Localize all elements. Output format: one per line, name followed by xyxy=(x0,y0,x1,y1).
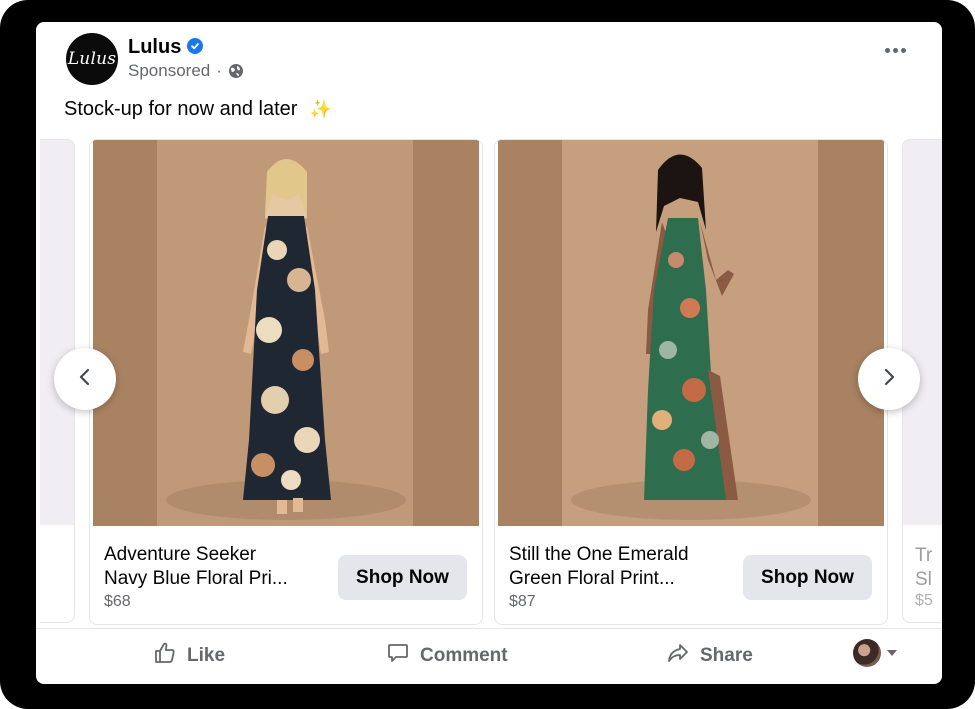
next-card-image xyxy=(903,140,942,525)
next-card-title: Tr Sl xyxy=(915,544,932,592)
sponsored-meta: Sponsored · xyxy=(128,61,244,81)
profile-switcher[interactable] xyxy=(853,639,897,667)
carousel-next-button[interactable] xyxy=(858,348,920,410)
caption-text: Stock-up for now and later xyxy=(64,98,298,120)
dot xyxy=(893,48,898,53)
comment-button[interactable]: Comment xyxy=(386,641,508,671)
product-image[interactable] xyxy=(93,140,479,526)
shop-now-button[interactable]: Shop Now xyxy=(743,555,872,600)
carousel-card[interactable]: Adventure Seeker Navy Blue Floral Pri...… xyxy=(89,139,483,625)
profile-avatar xyxy=(853,639,881,667)
share-label: Share xyxy=(700,645,753,666)
product-title-line-1: Adventure Seeker xyxy=(104,544,257,565)
carousel-previous-button[interactable] xyxy=(54,348,116,410)
sponsored-post: Lulus Lulus Sponsored · Stock-up for now… xyxy=(36,22,942,684)
comment-label: Comment xyxy=(420,645,508,666)
product-price: $68 xyxy=(104,593,131,610)
verified-badge-icon xyxy=(187,38,203,54)
next-card-title-line-2: Sl xyxy=(915,569,932,590)
next-card-title-line-1: Tr xyxy=(915,545,933,566)
page-name[interactable]: Lulus xyxy=(128,36,181,59)
product-title-line-2: Green Floral Print... xyxy=(509,568,675,589)
share-button[interactable]: Share xyxy=(666,641,753,671)
dot xyxy=(885,48,890,53)
like-label: Like xyxy=(187,645,226,666)
screen-frame: Lulus Lulus Sponsored · Stock-up for now… xyxy=(0,0,975,709)
comment-icon xyxy=(386,641,410,671)
caret-down-icon xyxy=(887,650,897,656)
sponsored-label[interactable]: Sponsored xyxy=(128,61,210,81)
share-icon xyxy=(666,641,690,671)
next-card-price: $5 xyxy=(915,592,933,609)
sparkles-icon: ✨ xyxy=(309,99,332,119)
shop-now-button[interactable]: Shop Now xyxy=(338,555,467,600)
more-options-icon[interactable] xyxy=(885,48,906,53)
post-caption: Stock-up for now and later ✨ xyxy=(64,98,332,121)
dot xyxy=(901,48,906,53)
chevron-right-icon xyxy=(879,367,899,392)
thumbs-up-icon xyxy=(153,641,177,671)
product-title-line-2: Navy Blue Floral Pri... xyxy=(104,568,288,589)
carousel-card[interactable]: Still the One Emerald Green Floral Print… xyxy=(494,139,888,625)
product-title[interactable]: Adventure Seeker Navy Blue Floral Pri... xyxy=(104,543,329,591)
product-price: $87 xyxy=(509,593,536,610)
chevron-left-icon xyxy=(75,367,95,392)
post-actions-bar: Like Comment Share xyxy=(36,628,942,679)
product-title-line-1: Still the One Emerald xyxy=(509,544,689,565)
globe-icon xyxy=(228,63,244,79)
previous-card-image xyxy=(40,140,74,525)
product-image[interactable] xyxy=(498,140,884,526)
product-title[interactable]: Still the One Emerald Green Floral Print… xyxy=(509,543,734,591)
page-avatar[interactable]: Lulus xyxy=(66,33,118,85)
product-carousel: Adventure Seeker Navy Blue Floral Pri...… xyxy=(36,137,942,629)
like-button[interactable]: Like xyxy=(153,641,225,671)
meta-separator: · xyxy=(216,61,222,80)
avatar-logo-text: Lulus xyxy=(67,49,117,69)
